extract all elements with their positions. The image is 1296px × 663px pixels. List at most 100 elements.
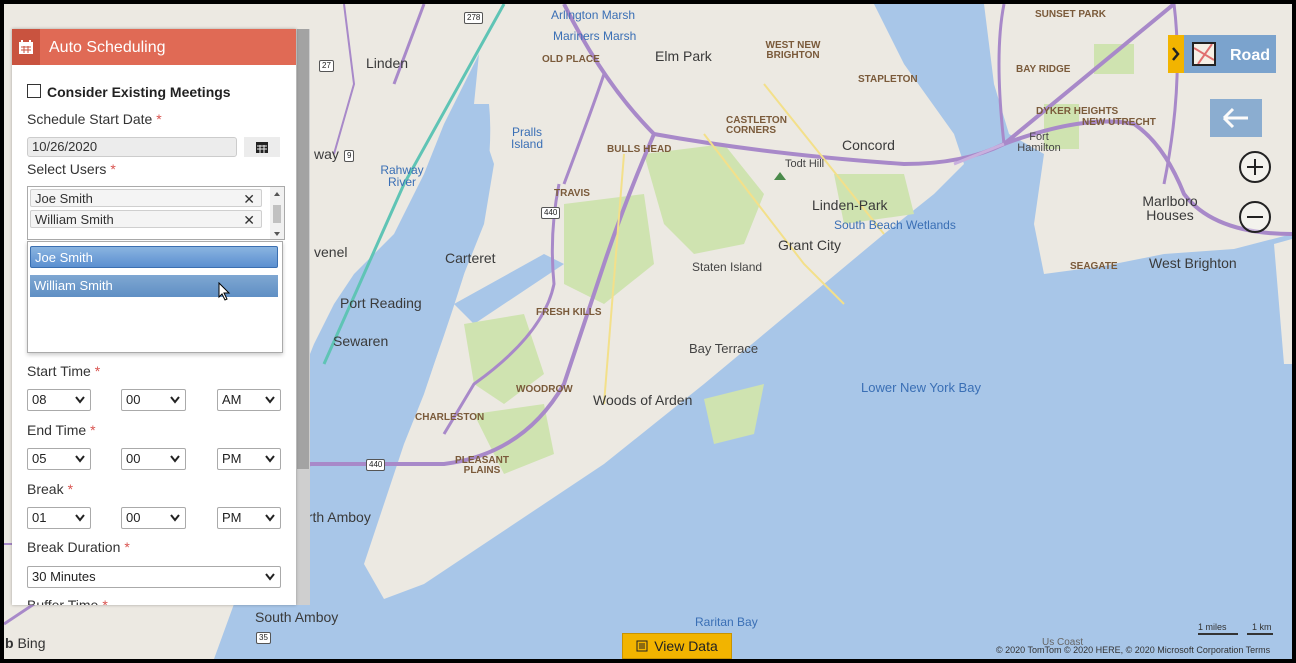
map-label-bay-terrace: Bay Terrace [689,341,759,356]
map-label-west-new-brighton: WEST NEW BRIGHTON [765,40,821,61]
schedule-start-input[interactable]: 10/26/2020 [27,137,237,157]
route-shield: 278 [464,12,484,24]
break-minute-select[interactable]: 00 [121,507,186,529]
view-data-button[interactable]: View Data [622,633,732,659]
plus-icon [1247,159,1263,175]
road-map-icon [1192,42,1216,66]
map-label-new-utrecht: NEW UTRECHT [1082,117,1156,128]
map-style-expand-tab[interactable] [1168,35,1184,73]
end-ampm-select[interactable]: PM [217,448,281,470]
users-dropdown[interactable]: Joe Smith William Smith [27,241,283,353]
map-label-south-amboy: South Amboy [255,609,339,625]
end-minute-select[interactable]: 00 [121,448,186,470]
mouse-cursor-icon [218,282,231,301]
remove-user-icon[interactable]: ✕ [243,190,255,208]
dropdown-option[interactable]: William Smith [30,275,278,297]
remove-user-icon[interactable]: ✕ [243,211,255,229]
auto-scheduling-panel: Auto Scheduling Consider Existing Meetin… [12,29,296,605]
arrow-left-icon [1222,107,1248,129]
map-label-avenel: venel [314,244,348,260]
map-label-fresh-kills: FRESH KILLS [536,307,602,318]
select-users-field[interactable]: Joe Smith ✕ William Smith ✕ [27,186,285,240]
map-label-dyker-heights: DYKER HEIGHTS [1036,106,1119,117]
bing-logo: b Bing [5,635,46,651]
map-style-label: Road [1230,47,1270,64]
map-label-travis: TRAVIS [554,188,590,199]
route-shield: 440 [541,207,561,219]
schedule-start-label: Schedule Start Date * [27,111,162,127]
break-ampm-select[interactable]: PM [217,507,281,529]
scale-km: 1 km [1252,622,1272,632]
map-label-carteret: Carteret [445,250,496,266]
map-label-stapleton: STAPLETON [858,74,918,85]
chevron-down-icon [75,455,85,463]
map-label-concord: Concord [842,137,895,153]
map-label-rahway-river: Rahway River [380,163,424,189]
back-button[interactable] [1210,99,1262,137]
map-label-sewaren: Sewaren [333,333,389,349]
chevron-down-icon [265,455,275,463]
consider-existing-label[interactable]: Consider Existing Meetings [47,84,231,100]
map-label-sunset-park: SUNSET PARK [1035,9,1106,20]
break-label: Break * [27,481,74,497]
map-attribution[interactable]: © 2020 TomTom © 2020 HERE, © 2020 Micros… [996,645,1270,655]
chevron-down-icon [75,514,85,522]
zoom-out-button[interactable] [1239,201,1271,233]
map-label-linden-park: Linden-Park [812,197,888,213]
map-label-marlboro-houses: Marlboro Houses [1142,193,1198,223]
chevron-down-icon [170,455,180,463]
view-data-label: View Data [654,638,718,654]
break-hour-select[interactable]: 01 [27,507,91,529]
selected-user-tag: Joe Smith ✕ [30,189,262,207]
break-duration-label: Break Duration * [27,539,130,555]
bing-icon: b [5,635,14,651]
map-label-old-place: OLD PLACE [542,54,600,65]
map-label-port-reading: Port Reading [340,295,422,311]
map-label-charleston: CHARLESTON [415,412,485,423]
route-shield: 35 [256,632,271,644]
scale-miles: 1 miles [1198,622,1227,632]
select-users-scrollbar[interactable] [270,187,284,239]
chevron-down-icon [75,396,85,404]
map-label-bulls-head: BULLS HEAD [607,144,672,155]
map-label-lower-new-york-bay: Lower New York Bay [861,380,981,395]
map-label-south-beach-wetlands: South Beach Wetlands [834,218,956,232]
scale-bar-km [1247,633,1273,635]
start-ampm-select[interactable]: AM [217,389,281,411]
calendar-icon [12,29,40,65]
panel-scrollbar-thumb[interactable] [297,29,309,469]
calendar-icon [256,142,268,153]
route-shield: 27 [319,60,334,72]
dropdown-option[interactable]: Joe Smith [30,246,278,268]
list-icon [636,640,648,652]
minus-icon [1247,216,1263,218]
map-label-fort-hamilton: Fort Hamilton [1017,131,1061,154]
map-label-seagate: SEAGATE [1070,261,1118,272]
selected-user-tag: William Smith ✕ [30,210,262,228]
end-time-label: End Time * [27,422,96,438]
zoom-in-button[interactable] [1239,151,1271,183]
map-label-bay-ridge: BAY RIDGE [1016,64,1071,75]
map-label-grant-city: Grant City [778,237,842,253]
map-label-woodrow: WOODROW [516,384,573,395]
chevron-down-icon [170,396,180,404]
select-users-label: Select Users * [27,161,116,177]
break-duration-select[interactable]: 30 Minutes [27,566,281,588]
panel-title: Auto Scheduling [49,39,166,56]
map-label-arlington-marsh: Arlington Marsh [551,8,636,22]
route-shield: 440 [366,459,386,471]
date-picker-button[interactable] [244,137,280,157]
panel-header: Auto Scheduling [12,29,296,65]
start-time-label: Start Time * [27,363,101,379]
map-label-staten-island: Staten Island [692,260,763,274]
map-label-mariners-marsh: Mariners Marsh [553,29,637,43]
map-label-way: way [314,146,339,162]
end-hour-select[interactable]: 05 [27,448,91,470]
start-minute-select[interactable]: 00 [121,389,186,411]
consider-existing-checkbox[interactable] [27,84,41,98]
chevron-down-icon [265,514,275,522]
chevron-down-icon [170,514,180,522]
start-hour-select[interactable]: 08 [27,389,91,411]
chevron-down-icon [265,396,275,404]
map-label-raritan-bay: Raritan Bay [695,615,758,629]
